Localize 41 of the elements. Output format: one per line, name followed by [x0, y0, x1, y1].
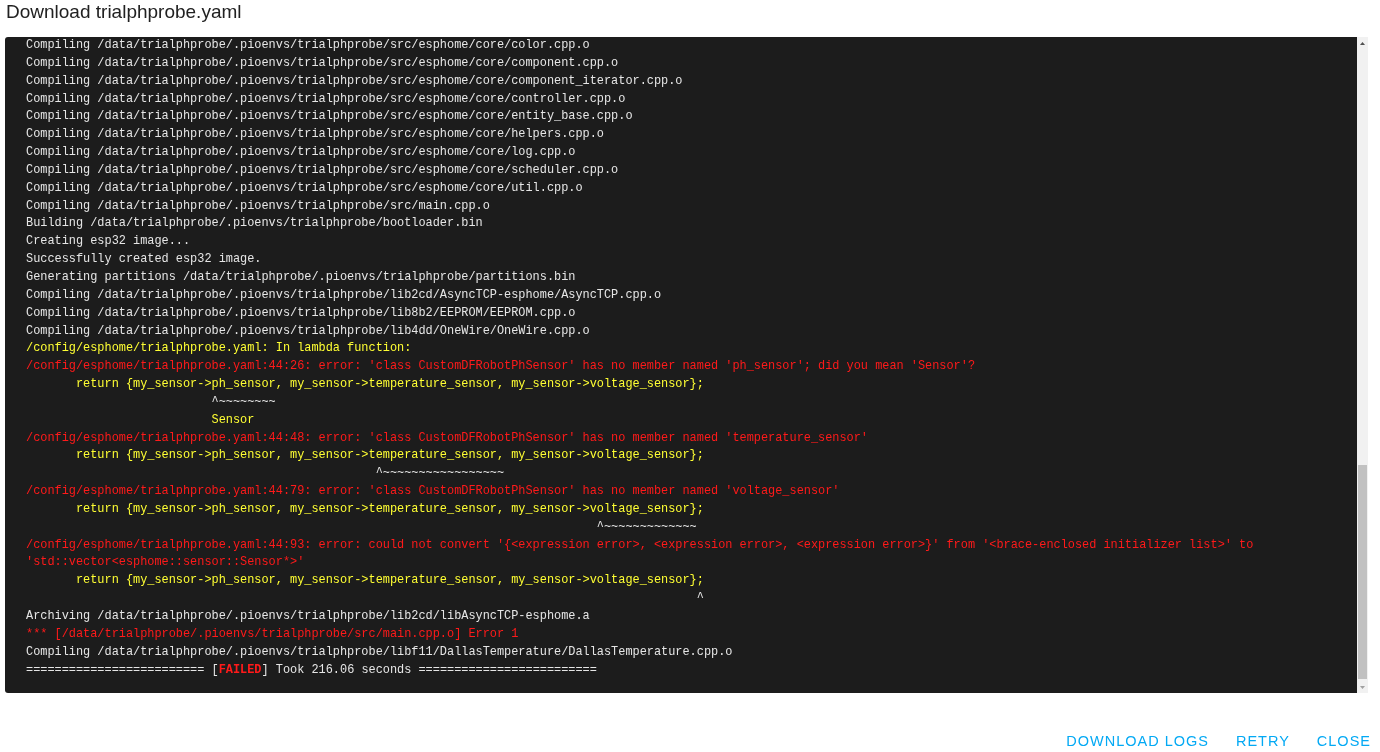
dialog-title: Download trialphprobe.yaml [5, 0, 243, 24]
log-line: Building /data/trialphprobe/.pioenvs/trialphprobe/bootloader.bin [26, 215, 483, 233]
log-line: Sensor [210, 411, 255, 429]
log-line: /config/esphome/trialphprobe.yaml: In lambda function: [26, 340, 412, 358]
log-line: ^~~~~~~~~~~~~~ [595, 518, 697, 536]
log-line: /config/esphome/trialphprobe.yaml:44:79: error: 'class CustomDFRobotPhSensor' has no member named 'voltage_sensor' [26, 483, 840, 501]
log-line: *** [/data/trialphprobe/.pioenvs/trialphprobe/src/main.cpp.o] Error 1 [26, 625, 519, 643]
log-line: Compiling /data/trialphprobe/.pioenvs/trialphprobe/libf11/DallasTemperature/DallasTemperature.cpp.o [26, 643, 733, 661]
log-line: Compiling /data/trialphprobe/.pioenvs/trialphprobe/src/esphome/core/log.cpp.o [26, 144, 576, 162]
log-line: Archiving /data/trialphprobe/.pioenvs/trialphprobe/lib2cd/libAsyncTCP-esphome.a [26, 608, 590, 625]
log-line: Compiling /data/trialphprobe/.pioenvs/trialphprobe/src/main.cpp.o [26, 197, 490, 215]
log-line: /config/esphome/trialphprobe.yaml:44:26: error: 'class CustomDFRobotPhSensor' has no member named 'ph_sensor'; did you mean 'Sensor'? [26, 358, 976, 376]
log-line: Successfully created esp32 image. [26, 251, 262, 269]
log-line: return {my_sensor->ph_sensor, my_sensor->temperature_sensor, my_sensor->voltage_sensor}; [74, 447, 704, 465]
log-line: ^~~~~~~~~ [210, 393, 276, 411]
log-line: return {my_sensor->ph_sensor, my_sensor->temperature_sensor, my_sensor->voltage_sensor}; [74, 572, 704, 590]
dialog-button[interactable]: RETRY [1235, 733, 1290, 749]
log-line: Compiling /data/trialphprobe/.pioenvs/trialphprobe/lib8b2/EEPROM/EEPROM.cpp.o [26, 304, 576, 322]
log-line: return {my_sensor->ph_sensor, my_sensor->temperature_sensor, my_sensor->voltage_sensor}; [74, 500, 704, 518]
log-line: Compiling /data/trialphprobe/.pioenvs/trialphprobe/src/esphome/core/util.cpp.o [26, 179, 583, 197]
log-line: Compiling /data/trialphprobe/.pioenvs/trialphprobe/src/esphome/core/component_iterator.cpp.o [26, 72, 683, 90]
log-line: ^~~~~~~~~~~~~~~~~~ [374, 465, 505, 483]
log-line: Compiling /data/trialphprobe/.pioenvs/trialphprobe/src/esphome/core/scheduler.cpp.o [26, 161, 619, 179]
log-line: Compiling /data/trialphprobe/.pioenvs/trialphprobe/src/esphome/core/helpers.cpp.o [26, 126, 604, 144]
log-line: Creating esp32 image... [26, 233, 191, 251]
scrollbar[interactable] [1357, 37, 1368, 693]
log-line: Compiling /data/trialphprobe/.pioenvs/trialphprobe/src/esphome/core/controller.cpp.o [26, 90, 626, 108]
log-line: ========================= [FAILED] Took 216.06 seconds ========================= [26, 661, 597, 679]
log-line: Compiling /data/trialphprobe/.pioenvs/trialphprobe/src/esphome/core/entity_base.cpp.o [26, 108, 633, 126]
log-line: Compiling /data/trialphprobe/.pioenvs/trialphprobe/lib4dd/OneWire/OneWire.cpp.o [26, 322, 590, 340]
log-line: Compiling /data/trialphprobe/.pioenvs/trialphprobe/src/esphome/core/color.cpp.o [26, 37, 590, 54]
log-line: ^ [695, 590, 704, 608]
log-line: return {my_sensor->ph_sensor, my_sensor->temperature_sensor, my_sensor->voltage_sensor}; [74, 376, 704, 394]
log-line: Generating partitions /data/trialphprobe/.pioenvs/trialphprobe/partitions.bin [26, 268, 576, 286]
dialog-button[interactable]: CLOSE [1316, 733, 1371, 749]
log-line: Compiling /data/trialphprobe/.pioenvs/trialphprobe/lib2cd/AsyncTCP-esphome/AsyncTCP.cpp.o [26, 286, 662, 304]
log-line: 'std::vector<esphome::sensor::Sensor*>' [26, 554, 305, 572]
log-line: /config/esphome/trialphprobe.yaml:44:48: error: 'class CustomDFRobotPhSensor' has no member named 'temperature_sensor' [26, 429, 868, 447]
dialog-button[interactable]: DOWNLOAD LOGS [1066, 733, 1209, 749]
log-line: /config/esphome/trialphprobe.yaml:44:93: error: could not convert '{<expression error>, <expression error>, <expression error>}' from '<brace-enclosed initializer list>' to [26, 536, 1254, 554]
log-line: Compiling /data/trialphprobe/.pioenvs/trialphprobe/src/esphome/core/component.cpp.o [26, 54, 619, 72]
